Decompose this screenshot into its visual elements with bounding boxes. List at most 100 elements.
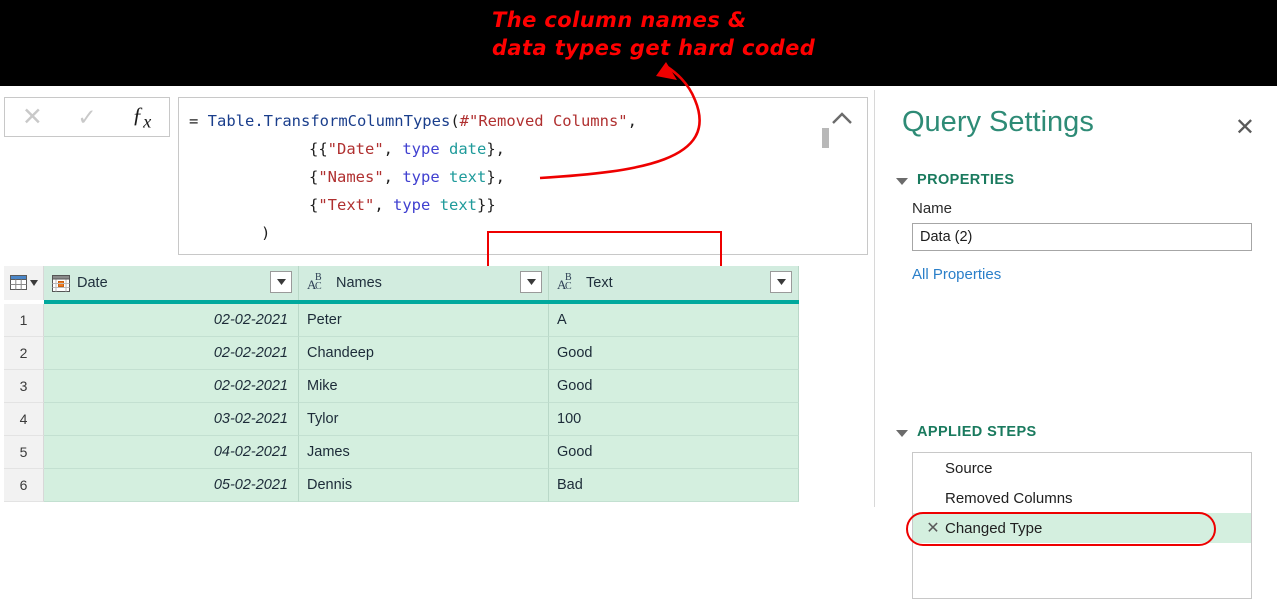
confirm-button[interactable]: ✓ <box>64 100 110 134</box>
m-code[interactable]: = Table.TransformColumnTypes(#"Removed C… <box>189 107 637 247</box>
column-header-label: Date <box>77 275 108 291</box>
code-token: type <box>402 140 440 158</box>
chevron-down-icon <box>526 279 536 285</box>
panel-title: Query Settings <box>902 106 1094 138</box>
code-token: }} <box>477 196 496 214</box>
applied-steps-section-header[interactable]: APPLIED STEPS <box>896 424 1037 440</box>
column-header-label: Names <box>336 275 382 291</box>
applied-step-source[interactable]: Source <box>913 453 1251 483</box>
code-token: , <box>383 140 403 158</box>
panel-divider <box>874 90 875 507</box>
code-line: = Table.TransformColumnTypes(#"Removed C… <box>189 107 637 135</box>
cell-names[interactable]: Mike <box>299 370 549 403</box>
code-token: { <box>309 196 319 214</box>
calendar-icon[interactable] <box>52 274 70 292</box>
code-token: , <box>374 196 394 214</box>
code-token: text <box>439 196 478 214</box>
code-token: "Names" <box>318 168 384 186</box>
cell-names[interactable]: Chandeep <box>299 337 549 370</box>
function-button[interactable]: ƒx <box>119 100 165 134</box>
code-token: ) <box>261 224 271 242</box>
code-token: "Text" <box>318 196 375 214</box>
column-header-date[interactable]: Date <box>44 266 299 300</box>
row-number: 5 <box>4 436 44 469</box>
cell-text[interactable]: Good <box>549 337 799 370</box>
query-name-input[interactable]: Data (2) <box>912 223 1252 251</box>
chevron-down-icon <box>776 279 786 285</box>
row-number: 3 <box>4 370 44 403</box>
cell-date[interactable]: 02-02-2021 <box>44 337 299 370</box>
row-number: 4 <box>4 403 44 436</box>
applied-step-label: Removed Columns <box>945 489 1073 507</box>
abc-text-icon[interactable]: ABC <box>557 273 579 293</box>
cell-text[interactable]: A <box>549 304 799 337</box>
row-number: 1 <box>4 304 44 337</box>
cell-date[interactable]: 05-02-2021 <box>44 469 299 502</box>
code-token: , <box>627 112 637 130</box>
chevron-up-icon[interactable] <box>829 108 855 130</box>
column-header-label: Text <box>586 275 613 291</box>
cancel-button[interactable]: ✕ <box>9 100 55 134</box>
cell-names[interactable]: Tylor <box>299 403 549 436</box>
code-token: {{ <box>309 140 328 158</box>
table-row[interactable]: 5 04-02-2021 James Good <box>4 436 799 469</box>
cell-date[interactable]: 03-02-2021 <box>44 403 299 436</box>
cell-names[interactable]: Dennis <box>299 469 549 502</box>
table-row[interactable]: 2 02-02-2021 Chandeep Good <box>4 337 799 370</box>
table-select-icon <box>9 274 27 290</box>
collapse-triangle-icon <box>896 429 908 437</box>
formula-scrollbar[interactable] <box>822 128 829 148</box>
cell-names[interactable]: Peter <box>299 304 549 337</box>
data-preview-grid: Date A B C Names A B C Text 1 02-02-2021 Peter A 2 02… <box>4 266 799 507</box>
table-row[interactable]: 4 03-02-2021 Tylor 100 <box>4 403 799 436</box>
cell-text[interactable]: Good <box>549 436 799 469</box>
all-properties-link[interactable]: All Properties <box>912 266 1001 283</box>
annotation-highlight-circle <box>906 512 1216 546</box>
cell-text[interactable]: Bad <box>549 469 799 502</box>
name-label: Name <box>912 200 953 217</box>
cell-text[interactable]: Good <box>549 370 799 403</box>
filter-dropdown-button[interactable] <box>770 271 792 293</box>
table-row[interactable]: 3 02-02-2021 Mike Good <box>4 370 799 403</box>
formula-bar[interactable]: = Table.TransformColumnTypes(#"Removed C… <box>178 97 868 316</box>
properties-section-header[interactable]: PROPERTIES <box>896 172 1014 188</box>
code-token: date <box>449 140 487 158</box>
table-row[interactable]: 6 05-02-2021 Dennis Bad <box>4 469 799 502</box>
grid-corner-button[interactable] <box>4 266 44 300</box>
checkmark-icon: ✓ <box>77 103 97 130</box>
chevron-down-icon <box>276 279 286 285</box>
column-header-names[interactable]: A B C Names <box>299 266 549 300</box>
applied-step-removed-columns[interactable]: Removed Columns <box>913 483 1251 513</box>
cell-text[interactable]: 100 <box>549 403 799 436</box>
chevron-down-icon <box>29 280 38 286</box>
filter-dropdown-button[interactable] <box>270 271 292 293</box>
applied-step-label: Source <box>945 459 993 477</box>
code-token: = <box>189 112 208 130</box>
code-token: , <box>383 168 403 186</box>
cell-date[interactable]: 02-02-2021 <box>44 370 299 403</box>
grid-body: 1 02-02-2021 Peter A 2 02-02-2021 Chandeep Good… <box>4 304 799 502</box>
code-token: { <box>309 168 319 186</box>
query-settings-panel: Query Settings ✕ PROPERTIES Name Data (2… <box>884 92 1277 599</box>
code-token: }, <box>486 168 506 186</box>
code-line: {{"Date", type date}, <box>189 135 637 163</box>
row-number: 6 <box>4 469 44 502</box>
cell-date[interactable]: 02-02-2021 <box>44 304 299 337</box>
code-line: {"Text", type text}} <box>189 191 637 219</box>
table-row[interactable]: 1 02-02-2021 Peter A <box>4 304 799 337</box>
code-line: {"Names", type text}, <box>189 163 637 191</box>
abc-text-icon[interactable]: ABC <box>307 273 329 293</box>
code-token: type <box>402 168 440 186</box>
column-header-text[interactable]: A B C Text <box>549 266 799 300</box>
cell-names[interactable]: James <box>299 436 549 469</box>
code-token: "Date" <box>327 140 384 158</box>
code-token: }, <box>486 140 506 158</box>
filter-dropdown-button[interactable] <box>520 271 542 293</box>
close-icon[interactable]: ✕ <box>1235 116 1255 140</box>
formula-bar-toolbox: ✕ ✓ ƒx <box>4 97 170 137</box>
cell-date[interactable]: 04-02-2021 <box>44 436 299 469</box>
close-icon: ✕ <box>21 102 43 131</box>
properties-heading: PROPERTIES <box>917 172 1015 188</box>
